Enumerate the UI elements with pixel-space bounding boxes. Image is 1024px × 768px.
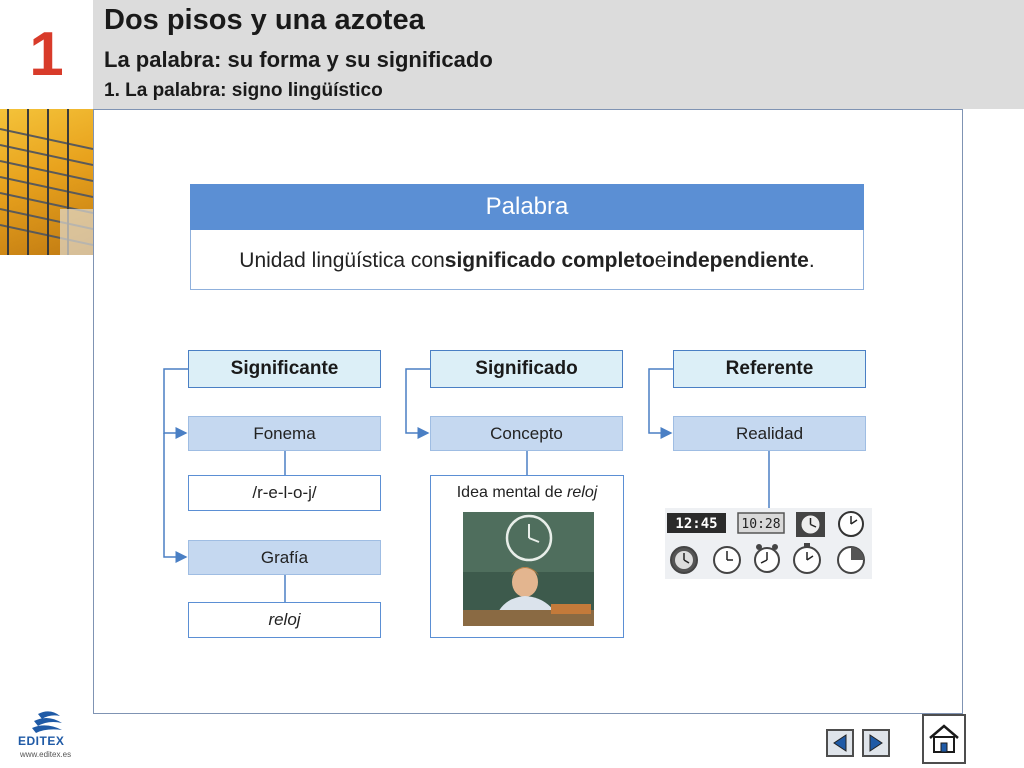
connector-significante-grafia (163, 433, 188, 563)
thinking-child-illustration (463, 512, 594, 626)
value-grapheme: reloj (188, 602, 381, 638)
digital-clock-1: 12:45 (675, 516, 717, 532)
node-realidad: Realidad (673, 416, 866, 451)
home-button[interactable] (922, 714, 966, 764)
idea-caption-text: Idea mental de (456, 484, 568, 501)
idea-caption-word: reloj (567, 484, 598, 501)
idea-caption: Idea mental de reloj (430, 484, 624, 502)
category-significado: Significado (430, 350, 623, 388)
thinking-child-image (463, 512, 594, 626)
next-button[interactable] (862, 729, 890, 757)
node-fonema: Fonema (188, 416, 381, 451)
category-significante: Significante (188, 350, 381, 388)
clocks-illustration: 12:45 10:28 (667, 511, 865, 574)
clocks-panel: 12:45 10:28 (665, 508, 872, 579)
category-referente: Referente (673, 350, 866, 388)
connector-significante-fonema (163, 368, 188, 439)
connector-referente-realidad (648, 368, 673, 439)
next-arrow-icon (869, 734, 883, 752)
prev-arrow-icon (833, 734, 847, 752)
prev-button[interactable] (826, 729, 854, 757)
editex-url: www.editex.es (20, 750, 72, 759)
connector-significado-concepto (405, 368, 430, 439)
node-concepto: Concepto (430, 416, 623, 451)
value-grapheme-text: reloj (268, 610, 301, 629)
home-icon (929, 724, 959, 753)
digital-clock-2: 10:28 (741, 517, 780, 532)
editex-logo-text: EDITEX (18, 734, 65, 748)
value-phoneme: /r-e-l-o-j/ (188, 475, 381, 511)
editex-logo-mark (32, 711, 62, 733)
node-grafia: Grafía (188, 540, 381, 575)
